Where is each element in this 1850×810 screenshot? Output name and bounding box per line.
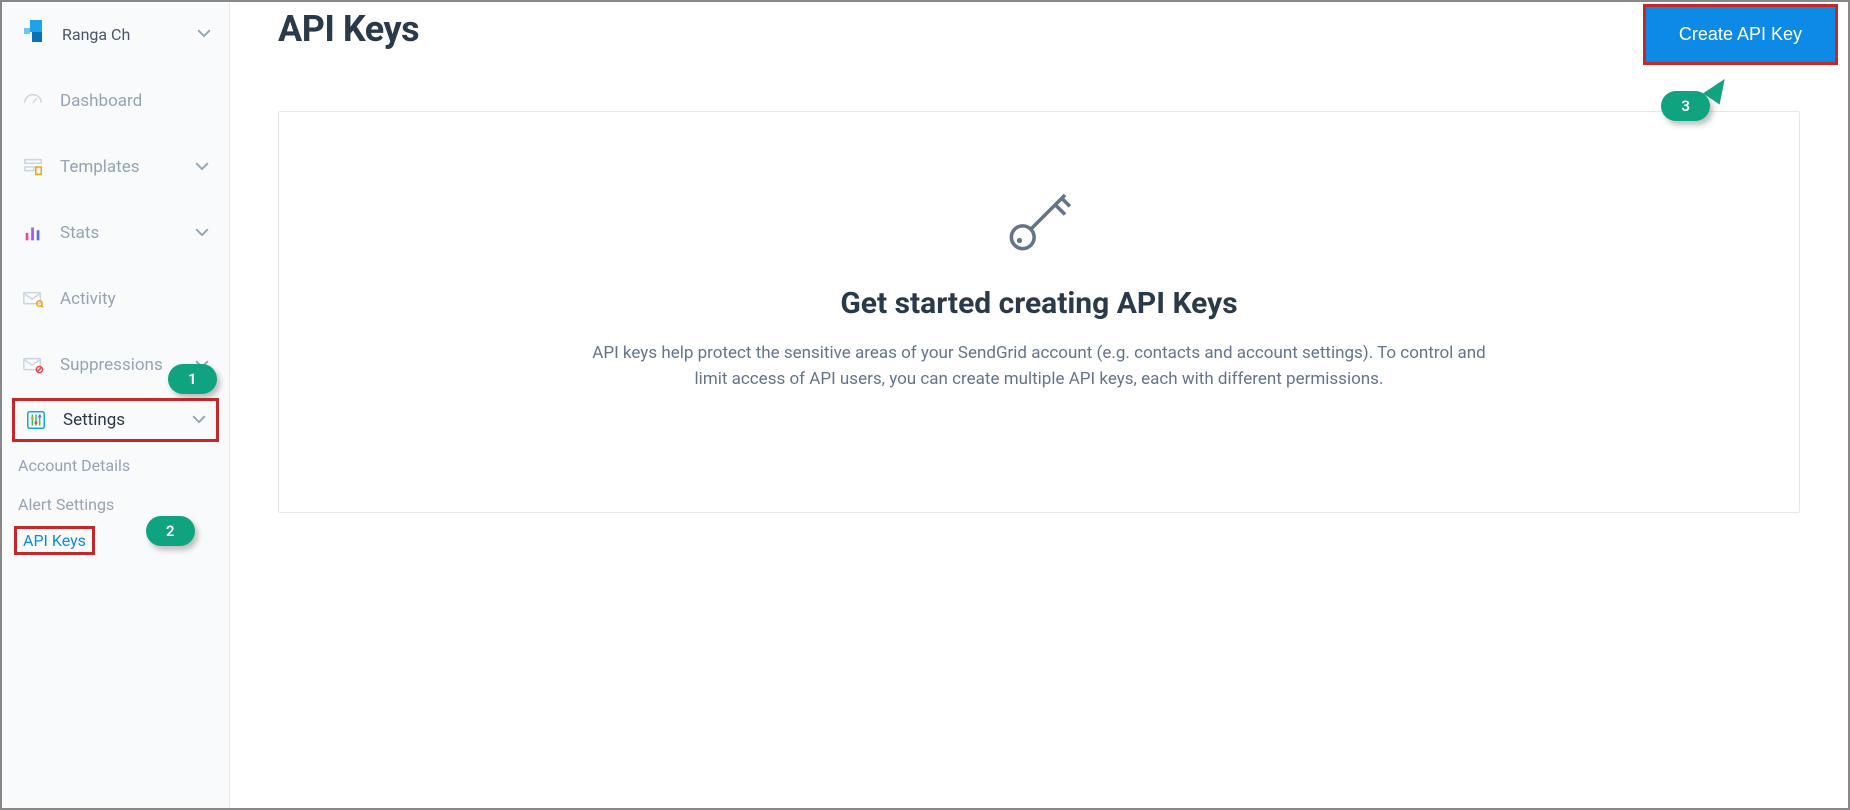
sidebar: Ranga Ch Dashboard Templates <box>2 2 230 808</box>
empty-body: API keys help protect the sensitive area… <box>579 341 1499 392</box>
key-icon <box>1000 182 1078 260</box>
nav-label: Templates <box>60 157 179 177</box>
annotation-badge-1: 1 <box>168 364 217 394</box>
stats-icon <box>22 222 44 244</box>
sub-account-details[interactable]: Account Details <box>18 448 229 483</box>
nav: Dashboard Templates Stats <box>2 68 229 555</box>
nav-label: Stats <box>60 223 179 243</box>
create-api-key-button[interactable]: Create API Key <box>1645 6 1836 63</box>
nav-label: Activity <box>60 289 209 309</box>
page-title: API Keys <box>278 8 419 50</box>
chevron-down-icon <box>195 162 209 171</box>
nav-label: Dashboard <box>60 91 209 111</box>
chevron-down-icon <box>195 228 209 237</box>
sub-alert-settings[interactable]: Alert Settings <box>18 487 229 522</box>
nav-dashboard[interactable]: Dashboard <box>2 68 229 134</box>
annotation-badge-2: 2 <box>146 516 195 546</box>
user-menu[interactable]: Ranga Ch <box>2 12 229 68</box>
chevron-down-icon <box>197 29 211 38</box>
page-header: API Keys Create API Key 3 <box>230 2 1848 77</box>
envelope-blocked-icon <box>22 354 44 376</box>
chevron-down-icon <box>192 415 206 424</box>
templates-icon <box>22 156 44 178</box>
nav-label: Settings <box>63 410 176 430</box>
brand-logo-icon <box>20 20 48 48</box>
envelope-search-icon <box>22 288 44 310</box>
nav-activity[interactable]: Activity <box>2 266 229 332</box>
settings-submenu: Account Details Alert Settings 2 API Key… <box>2 442 229 555</box>
empty-heading: Get started creating API Keys <box>840 286 1237 321</box>
nav-templates[interactable]: Templates <box>2 134 229 200</box>
sub-api-keys[interactable]: API Keys <box>14 526 95 555</box>
gauge-icon <box>22 90 44 112</box>
main: API Keys Create API Key 3 Get started cr… <box>230 2 1848 808</box>
sliders-icon <box>25 409 47 431</box>
user-name: Ranga Ch <box>62 25 183 44</box>
nav-label: Suppressions <box>60 355 179 375</box>
nav-settings[interactable]: Settings <box>12 398 219 442</box>
nav-stats[interactable]: Stats <box>2 200 229 266</box>
empty-state-card: Get started creating API Keys API keys h… <box>278 111 1800 513</box>
annotation-badge-3: 3 <box>1661 91 1710 121</box>
